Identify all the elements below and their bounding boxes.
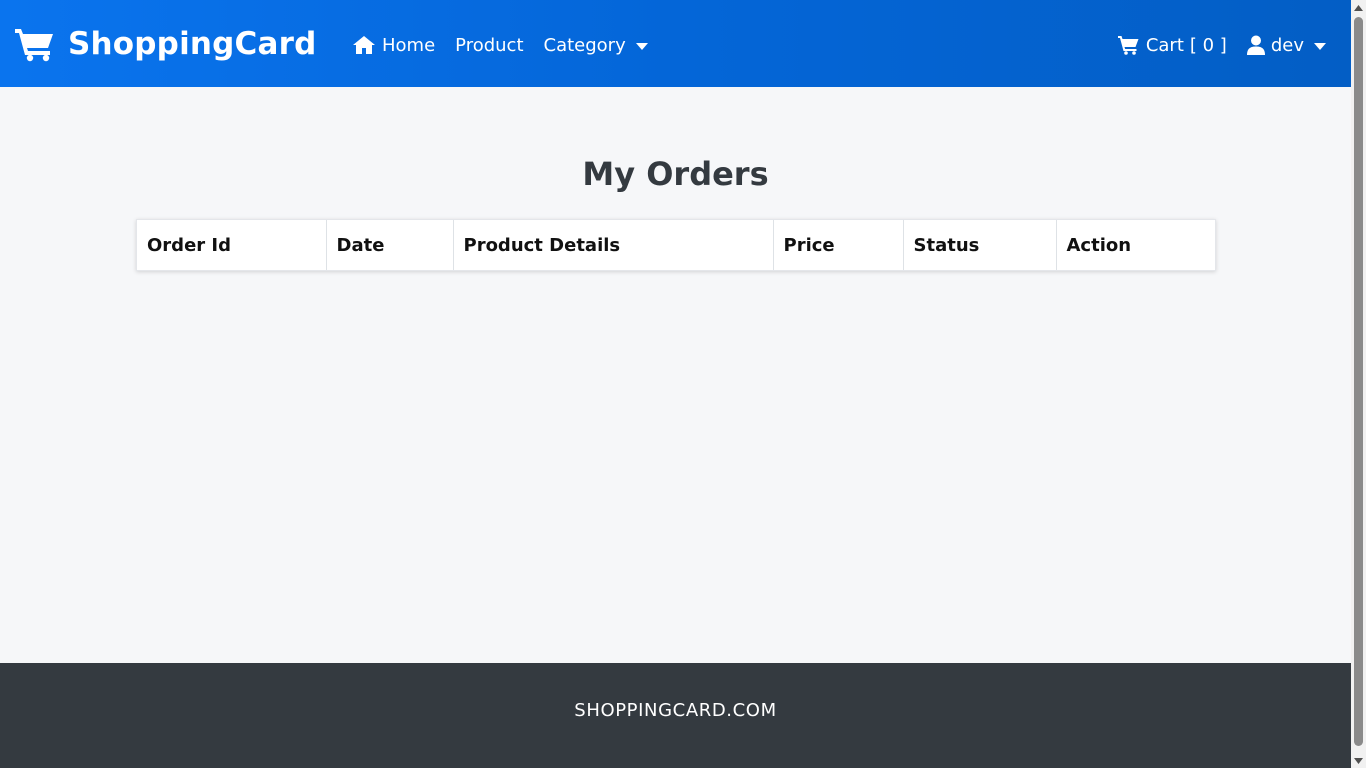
user-dropdown[interactable]: dev [1246, 34, 1326, 56]
column-header-date: Date [326, 220, 454, 270]
orders-table: Order Id Date Product Details Price Stat… [136, 219, 1216, 271]
table-header-row: Order Id Date Product Details Price Stat… [137, 220, 1215, 270]
cart-count: [ 0 ] [1189, 34, 1227, 56]
orders-table-header: Order Id Date Product Details Price Stat… [137, 220, 1215, 270]
nav-links: Home Product Category [352, 31, 668, 59]
user-icon [1246, 35, 1265, 55]
cart-label: Cart [1145, 34, 1184, 56]
nav-home-link[interactable]: Home [352, 35, 435, 56]
nav-product-label: Product [455, 34, 524, 56]
nav-right: Cart [ 0 ] dev [1098, 31, 1326, 59]
scrollbar-thumb[interactable] [1354, 17, 1363, 746]
footer: SHOPPINGCARD.COM [0, 663, 1351, 768]
brand-link[interactable]: ShoppingCard [14, 24, 317, 64]
vertical-scrollbar[interactable] [1351, 0, 1366, 768]
column-header-order-id: Order Id [137, 220, 327, 270]
nav-home-label: Home [382, 34, 436, 56]
nav-product-link[interactable]: Product [455, 35, 523, 56]
home-icon [352, 35, 376, 55]
navbar: ShoppingCard Home Product Category Cart … [0, 0, 1351, 87]
page: ShoppingCard Home Product Category Cart … [0, 0, 1351, 768]
chevron-down-icon [635, 42, 648, 50]
page-title: My Orders [582, 155, 769, 193]
chevron-down-icon [1314, 42, 1326, 50]
column-header-action: Action [1066, 234, 1132, 256]
cart-icon [14, 24, 58, 64]
column-header-product-details: Product Details [453, 220, 774, 270]
column-header-price: Price [773, 220, 904, 270]
scroll-down-arrow-icon[interactable] [1351, 753, 1366, 768]
cart-icon [1117, 35, 1140, 55]
user-name: dev [1270, 34, 1304, 56]
cart-link[interactable]: Cart [ 0 ] [1117, 34, 1227, 56]
nav-category-dropdown[interactable]: Category [544, 35, 648, 56]
brand-name: ShoppingCard [68, 26, 317, 62]
orders-table-grid: Order Id Date Product Details Price Stat… [137, 220, 1215, 270]
scroll-up-arrow-icon[interactable] [1351, 0, 1366, 15]
column-header-status: Status [903, 220, 1057, 270]
footer-text: SHOPPINGCARD.COM [574, 700, 777, 721]
nav-category-label: Category [543, 34, 626, 56]
